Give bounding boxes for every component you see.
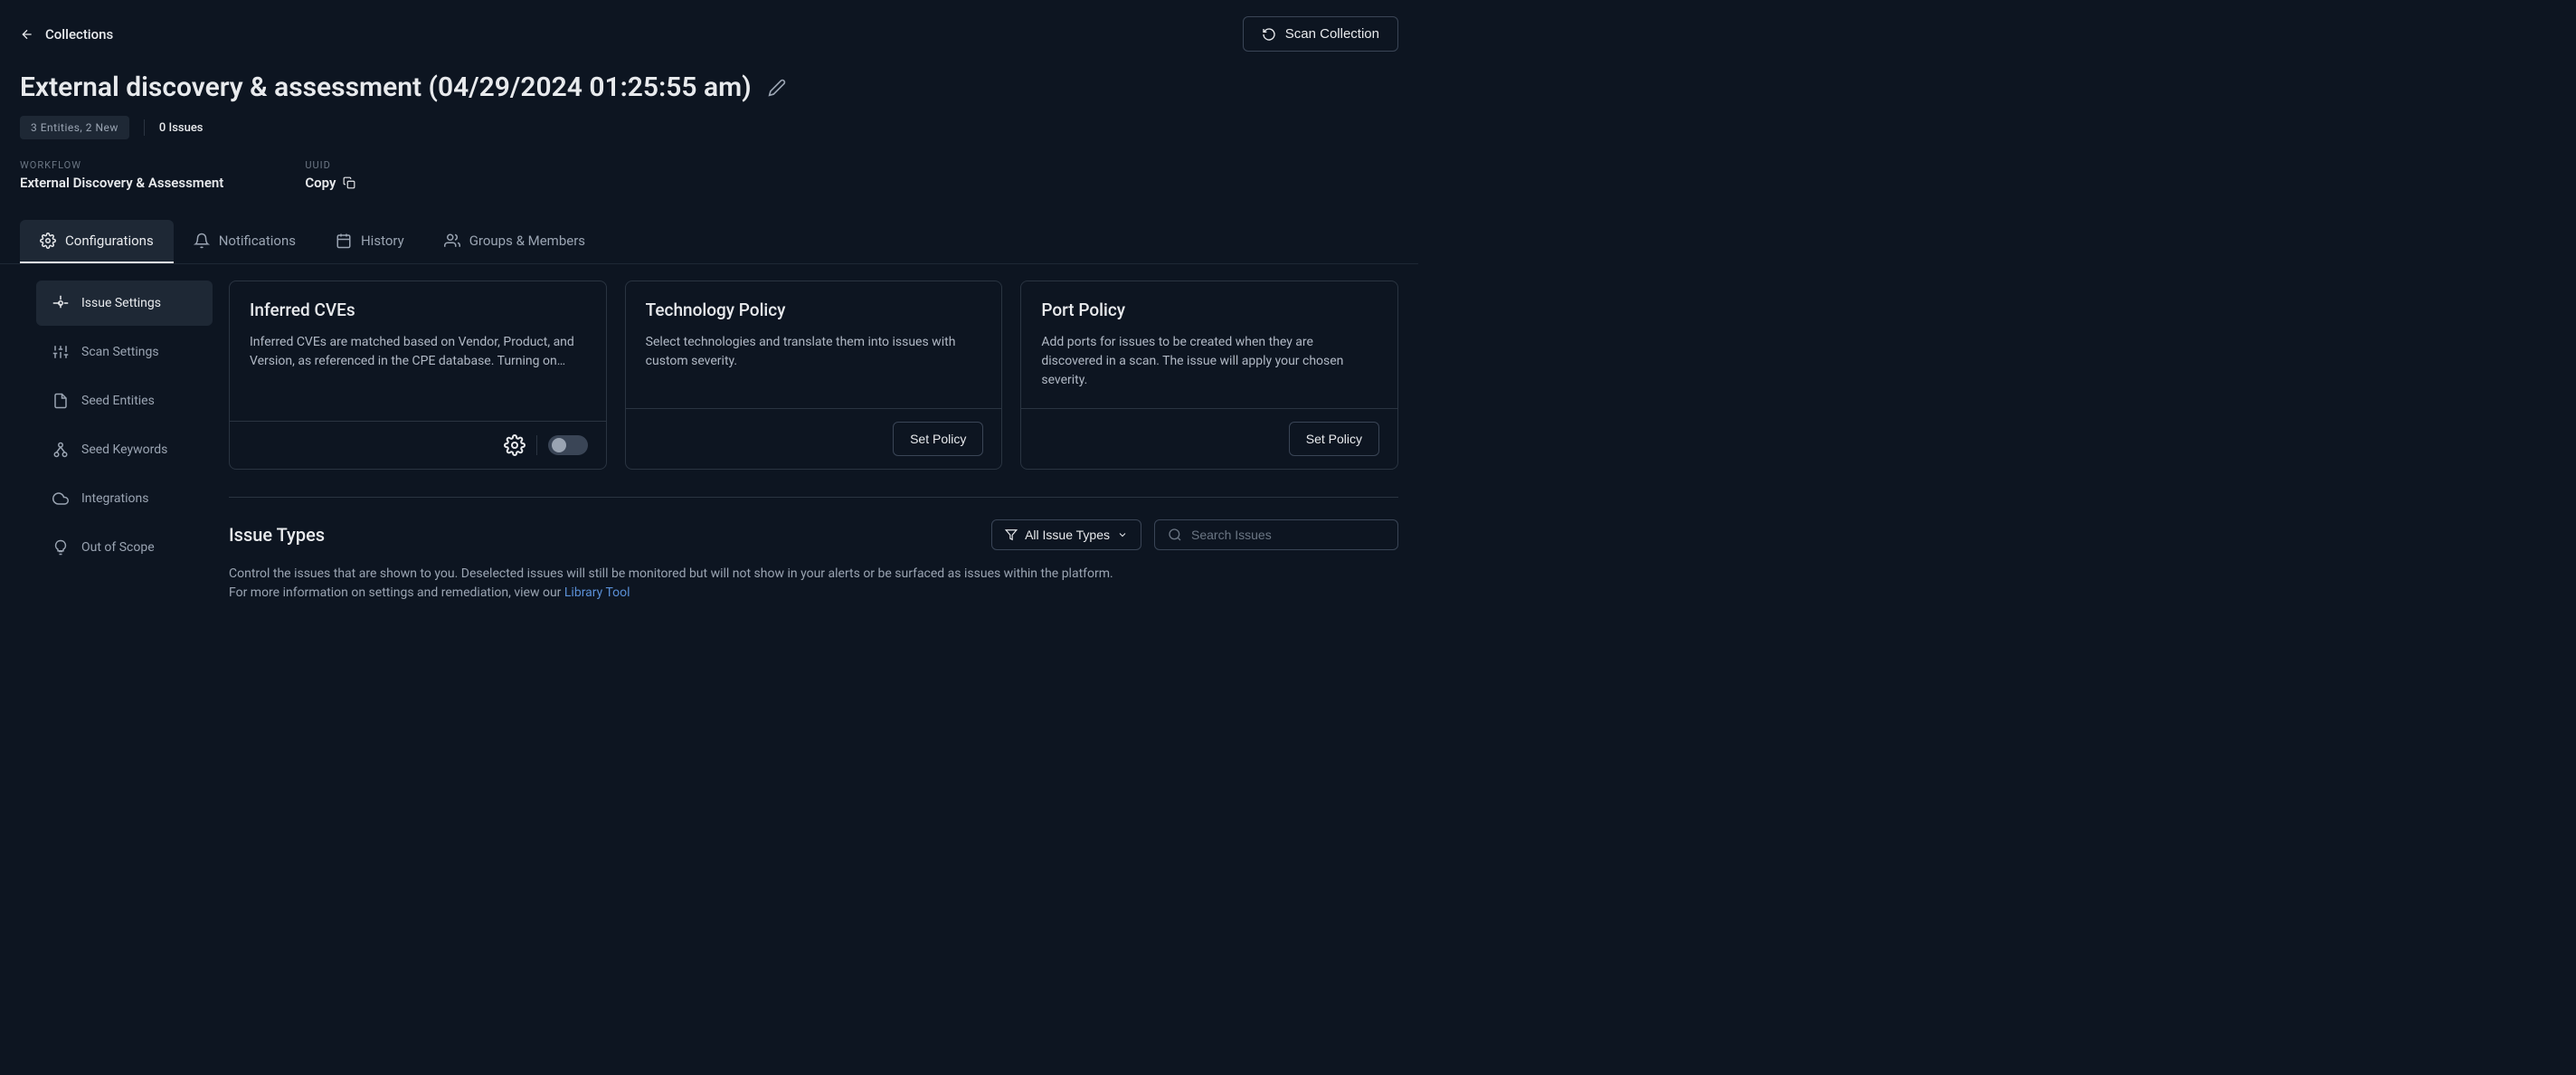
card-desc: Add ports for issues to be created when … [1041, 333, 1378, 390]
sidebar-item-out-of-scope[interactable]: Out of Scope [36, 525, 213, 570]
cloud-icon [52, 490, 69, 507]
sidebar-item-label: Issue Settings [81, 296, 161, 310]
card-port-policy: Port Policy Add ports for issues to be c… [1020, 281, 1398, 470]
sidebar-item-seed-keywords[interactable]: Seed Keywords [36, 427, 213, 472]
calendar-icon [336, 233, 352, 249]
issue-types-filter-button[interactable]: All Issue Types [991, 519, 1141, 550]
network-icon [52, 442, 69, 458]
sidebar-item-scan-settings[interactable]: Scan Settings [36, 329, 213, 375]
workflow-value: External Discovery & Assessment [20, 175, 223, 191]
issues-count: 0 Issues [159, 121, 204, 135]
tab-label: Notifications [219, 233, 296, 249]
sidebar-item-label: Seed Entities [81, 394, 155, 408]
page-title: External discovery & assessment (04/29/2… [20, 71, 752, 103]
tab-configurations[interactable]: Configurations [20, 220, 174, 263]
set-technology-policy-button[interactable]: Set Policy [893, 422, 983, 456]
search-issues-box[interactable] [1154, 519, 1398, 550]
sidebar-item-label: Integrations [81, 491, 148, 506]
tab-groups-members[interactable]: Groups & Members [424, 220, 605, 263]
tab-history[interactable]: History [316, 220, 424, 263]
card-title: Inferred CVEs [250, 300, 586, 320]
workflow-label: WORKFLOW [20, 159, 223, 171]
tab-label: Configurations [65, 233, 154, 249]
library-tool-link[interactable]: Library Tool [564, 585, 630, 600]
issue-types-title: Issue Types [229, 524, 325, 546]
chevron-down-icon [1117, 529, 1128, 540]
edit-icon[interactable] [768, 79, 786, 97]
back-label: Collections [45, 26, 113, 43]
search-icon [1168, 528, 1182, 542]
inferred-cves-settings-button[interactable] [504, 434, 526, 456]
bulb-icon [52, 539, 69, 556]
gear-icon [504, 434, 526, 456]
sidebar-item-integrations[interactable]: Integrations [36, 476, 213, 521]
tab-label: History [361, 233, 404, 249]
sliders-icon [40, 233, 56, 249]
copy-label: Copy [305, 175, 336, 191]
card-inferred-cves: Inferred CVEs Inferred CVEs are matched … [229, 281, 607, 470]
sidebar-item-seed-entities[interactable]: Seed Entities [36, 378, 213, 423]
card-desc: Select technologies and translate them i… [646, 333, 982, 371]
card-desc: Inferred CVEs are matched based on Vendo… [250, 333, 586, 371]
bell-icon [194, 233, 210, 249]
refresh-icon [1262, 27, 1276, 42]
divider [144, 119, 145, 136]
sidebar-item-label: Seed Keywords [81, 442, 167, 457]
back-to-collections[interactable]: Collections [20, 26, 113, 43]
file-icon [52, 393, 69, 409]
search-issues-input[interactable] [1191, 528, 1385, 542]
card-title: Port Policy [1041, 300, 1378, 320]
tab-label: Groups & Members [469, 233, 585, 249]
sidebar-item-issue-settings[interactable]: Issue Settings [36, 281, 213, 326]
sidebar-item-label: Out of Scope [81, 540, 155, 555]
scan-button-label: Scan Collection [1285, 26, 1379, 42]
filter-icon [1005, 528, 1018, 541]
copy-icon [343, 176, 355, 189]
divider [536, 435, 537, 455]
entities-badge: 3 Entities, 2 New [20, 116, 129, 139]
copy-uuid-button[interactable]: Copy [305, 175, 355, 191]
sliders-icon [52, 344, 69, 360]
settings-icon [52, 295, 69, 311]
set-port-policy-button[interactable]: Set Policy [1289, 422, 1379, 456]
issue-types-description: Control the issues that are shown to you… [229, 565, 1133, 603]
uuid-label: UUID [305, 159, 355, 171]
tab-notifications[interactable]: Notifications [174, 220, 316, 263]
card-title: Technology Policy [646, 300, 982, 320]
scan-collection-button[interactable]: Scan Collection [1243, 16, 1398, 52]
users-icon [444, 233, 460, 249]
inferred-cves-toggle[interactable] [548, 435, 588, 455]
filter-label: All Issue Types [1025, 528, 1110, 542]
sidebar-item-label: Scan Settings [81, 345, 159, 359]
arrow-left-icon [20, 27, 34, 42]
card-technology-policy: Technology Policy Select technologies an… [625, 281, 1003, 470]
